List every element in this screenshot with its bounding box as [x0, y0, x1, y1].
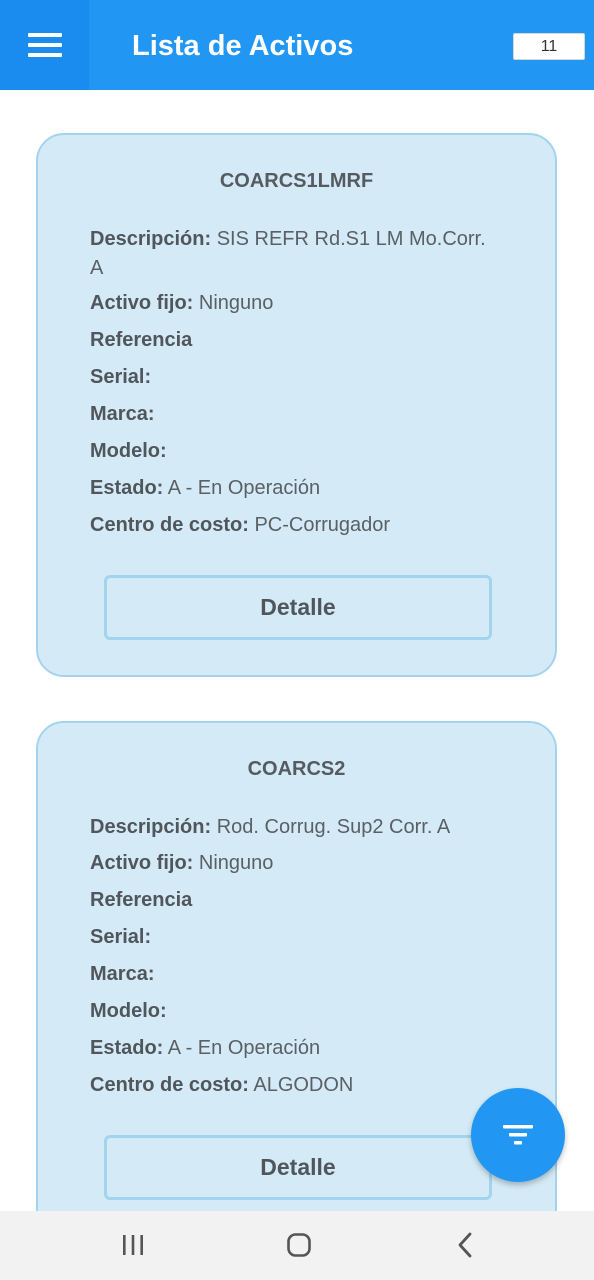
hamburger-menu-icon — [27, 33, 62, 57]
field-label: Centro de costo: — [90, 514, 249, 536]
asset-list[interactable]: COARCS1LMRF Descripción: SIS REFR Rd.S1 … — [0, 90, 594, 1211]
field-centro-costo: Centro de costo: PC-Corrugador — [90, 511, 500, 540]
field-label: Descripción: — [90, 816, 212, 838]
home-icon — [287, 1233, 311, 1257]
field-label: Modelo: — [90, 1000, 167, 1022]
app-bar: Lista de Activos 11 — [0, 0, 594, 90]
filter-icon — [503, 1125, 533, 1145]
field-centro-costo: Centro de costo: ALGODON — [90, 1071, 500, 1100]
field-marca: Marca: — [90, 960, 500, 989]
field-label: Activo fijo: — [90, 292, 194, 314]
asset-card: COARCS1LMRF Descripción: SIS REFR Rd.S1 … — [36, 133, 557, 677]
field-value: Rod. Corrug. Sup2 Corr. A — [216, 816, 451, 838]
asset-code: COARCS2 — [247, 758, 346, 780]
detail-button[interactable]: Detalle — [104, 575, 492, 640]
recent-apps-icon — [123, 1235, 143, 1255]
back-button[interactable] — [446, 1227, 486, 1263]
field-label: Referencia — [90, 889, 193, 911]
field-descripcion: Descripción: SIS REFR Rd.S1 LM Mo.Corr. … — [90, 225, 500, 283]
field-value: A - En Operación — [167, 477, 321, 499]
field-activo-fijo: Activo fijo: Ninguno — [90, 849, 500, 878]
field-value: PC-Corrugador — [254, 514, 391, 536]
field-label: Serial: — [90, 366, 152, 388]
field-value: Ninguno — [198, 852, 274, 874]
field-value: ALGODON — [253, 1074, 354, 1096]
field-modelo: Modelo: — [90, 997, 500, 1026]
field-descripcion: Descripción: Rod. Corrug. Sup2 Corr. A — [90, 813, 500, 842]
field-activo-fijo: Activo fijo: Ninguno — [90, 289, 500, 318]
home-button[interactable] — [279, 1227, 319, 1263]
field-label: Centro de costo: — [90, 1074, 249, 1096]
field-label: Marca: — [90, 963, 155, 985]
app-root: Lista de Activos 11 COARCS1LMRF Descripc… — [0, 0, 594, 1280]
page-title: Lista de Activos — [132, 30, 354, 62]
field-serial: Serial: — [90, 923, 500, 952]
field-referencia: Referencia — [90, 886, 500, 915]
detail-button[interactable]: Detalle — [104, 1135, 492, 1200]
field-label: Descripción: — [90, 228, 212, 250]
field-referencia: Referencia — [90, 326, 500, 355]
asset-code: COARCS1LMRF — [219, 170, 374, 192]
field-serial: Serial: — [90, 363, 500, 392]
filter-button[interactable] — [471, 1088, 565, 1182]
field-label: Serial: — [90, 926, 152, 948]
back-icon — [458, 1232, 472, 1258]
menu-button[interactable] — [0, 0, 89, 90]
field-label: Estado: — [90, 477, 164, 499]
field-label: Referencia — [90, 329, 193, 351]
asset-count-badge: 11 — [513, 33, 585, 60]
field-label: Modelo: — [90, 440, 167, 462]
field-label: Marca: — [90, 403, 155, 425]
field-value: A - En Operación — [167, 1037, 321, 1059]
field-estado: Estado: A - En Operación — [90, 474, 500, 503]
field-marca: Marca: — [90, 400, 500, 429]
field-estado: Estado: A - En Operación — [90, 1034, 500, 1063]
field-label: Estado: — [90, 1037, 164, 1059]
recent-apps-button[interactable] — [113, 1227, 153, 1263]
field-modelo: Modelo: — [90, 437, 500, 466]
system-nav-bar — [0, 1211, 594, 1280]
field-label: Activo fijo: — [90, 852, 194, 874]
field-value: Ninguno — [198, 292, 274, 314]
